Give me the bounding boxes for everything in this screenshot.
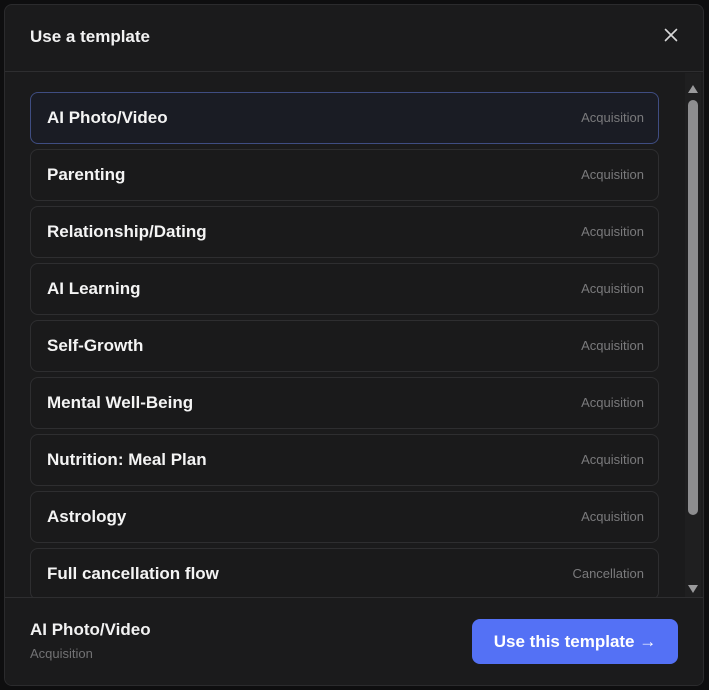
template-item[interactable]: Full cancellation flow Cancellation <box>30 548 659 597</box>
template-category: Cancellation <box>572 566 644 581</box>
template-category: Acquisition <box>581 395 644 410</box>
dialog-title: Use a template <box>30 27 150 46</box>
template-item[interactable]: Astrology Acquisition <box>30 491 659 543</box>
template-item[interactable]: Mental Well-Being Acquisition <box>30 377 659 429</box>
template-category: Acquisition <box>581 509 644 524</box>
template-name: Relationship/Dating <box>47 222 207 241</box>
template-name: Astrology <box>47 507 127 526</box>
template-item[interactable]: Self-Growth Acquisition <box>30 320 659 372</box>
selected-template-name: AI Photo/Video <box>30 620 151 639</box>
dialog-header: Use a template <box>5 5 703 72</box>
template-item[interactable]: Relationship/Dating Acquisition <box>30 206 659 258</box>
dialog-footer: AI Photo/Video Acquisition Use this temp… <box>5 597 703 685</box>
template-name: Mental Well-Being <box>47 393 194 412</box>
template-name: Full cancellation flow <box>47 564 219 583</box>
close-icon <box>664 28 678 42</box>
template-name: Parenting <box>47 165 126 184</box>
template-name: AI Photo/Video <box>47 108 168 127</box>
template-category: Acquisition <box>581 281 644 296</box>
template-item[interactable]: AI Photo/Video Acquisition <box>30 92 659 144</box>
template-dialog: Use a template AI Photo/Video Acquisitio… <box>4 4 704 686</box>
template-category: Acquisition <box>581 110 644 125</box>
template-category: Acquisition <box>581 224 644 239</box>
template-list-area: AI Photo/Video Acquisition Parenting Acq… <box>5 73 703 597</box>
template-list: AI Photo/Video Acquisition Parenting Acq… <box>30 92 659 597</box>
scroll-down-arrow-icon[interactable] <box>687 581 699 593</box>
list-scrollbar[interactable] <box>685 73 701 597</box>
template-item[interactable]: AI Learning Acquisition <box>30 263 659 315</box>
template-name: AI Learning <box>47 279 141 298</box>
template-category: Acquisition <box>581 167 644 182</box>
template-name: Nutrition: Meal Plan <box>47 450 207 469</box>
use-template-button[interactable]: Use this template → <box>472 619 678 664</box>
template-name: Self-Growth <box>47 336 144 355</box>
template-category: Acquisition <box>581 452 644 467</box>
template-item[interactable]: Nutrition: Meal Plan Acquisition <box>30 434 659 486</box>
scrollbar-thumb[interactable] <box>688 100 698 515</box>
template-category: Acquisition <box>581 338 644 353</box>
selected-template-category: Acquisition <box>30 646 93 661</box>
close-button[interactable] <box>663 27 679 43</box>
scroll-up-arrow-icon[interactable] <box>687 81 699 93</box>
template-item[interactable]: Parenting Acquisition <box>30 149 659 201</box>
